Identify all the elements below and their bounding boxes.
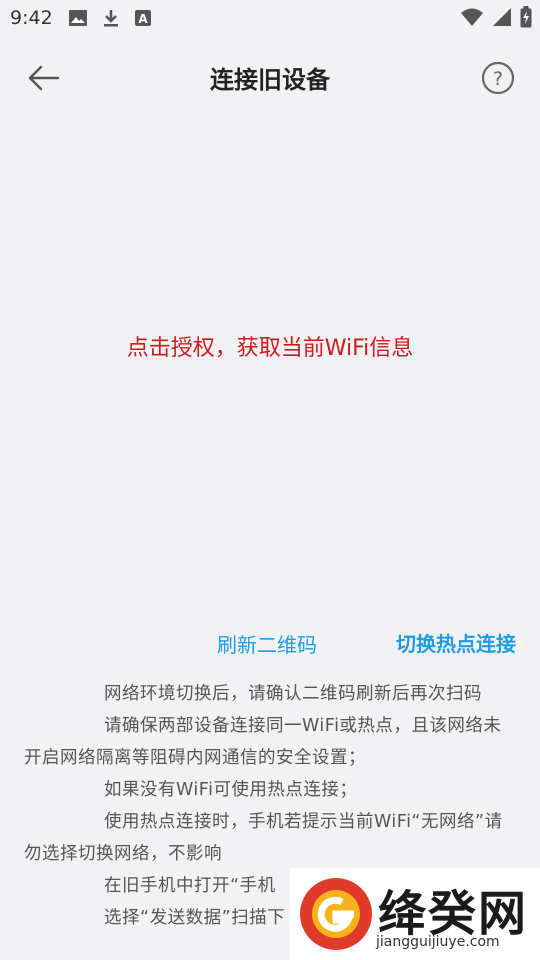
help-button[interactable]: ?	[480, 60, 516, 96]
font-icon: A	[135, 10, 151, 26]
refresh-qr-link[interactable]: 刷新二维码	[217, 629, 317, 658]
download-icon	[104, 10, 118, 27]
battery-icon	[520, 6, 532, 28]
watermark-url: jiangguijiuye.com	[376, 934, 500, 950]
svg-text:?: ?	[493, 68, 503, 90]
instruction-line: 网络环境切换后，请确认二维码刷新后再次扫码	[104, 684, 482, 704]
toolbar: 连接旧设备 ?	[0, 46, 540, 110]
authorize-prompt[interactable]: 点击授权，获取当前WiFi信息	[0, 330, 540, 362]
wifi-icon	[461, 8, 483, 26]
image-icon	[69, 10, 87, 26]
watermark-logo-icon	[300, 878, 372, 950]
svg-text:A: A	[138, 12, 148, 26]
status-time: 9:42	[10, 7, 53, 29]
switch-hotspot-link[interactable]: 切换热点连接	[396, 628, 516, 657]
question-circle-icon: ?	[481, 61, 515, 95]
instruction-line: 如果没有WiFi可使用热点连接；	[104, 780, 358, 800]
watermark: 绛癸网 jiangguijiuye.com	[290, 868, 540, 960]
instruction-line: 请确保两部设备连接同一WiFi或热点，且该网络未开启网络隔离等阻碍内网通信的安全…	[24, 716, 502, 768]
instruction-line: 使用热点连接时，手机若提示当前WiFi“无网络”请勿选择切换网络，不影响	[24, 812, 503, 864]
signal-icon	[493, 8, 511, 26]
page-title: 连接旧设备	[210, 66, 330, 94]
status-bar: 9:42 A	[0, 0, 540, 36]
